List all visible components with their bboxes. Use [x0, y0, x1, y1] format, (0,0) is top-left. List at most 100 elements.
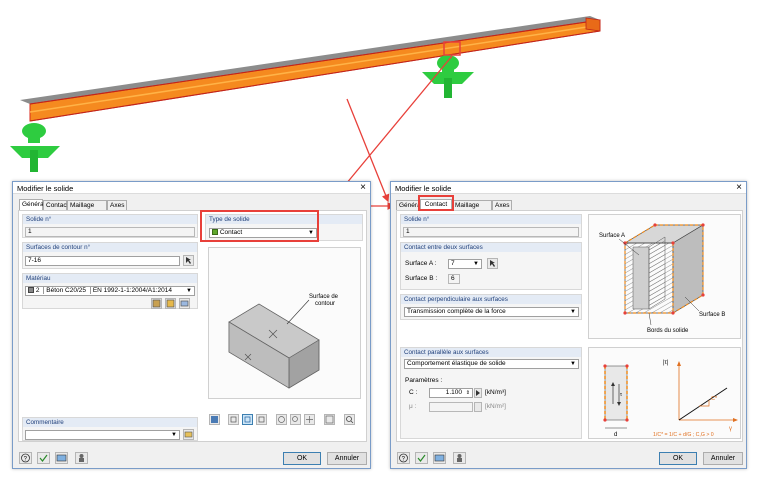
corner-dot [671, 311, 675, 315]
view-button-1[interactable] [209, 414, 220, 425]
units-icon [56, 454, 67, 462]
perp-select[interactable]: Transmission complète de la force ▼ [404, 307, 579, 317]
tab-maillage[interactable]: Maillage EF [67, 200, 107, 218]
tab-axes[interactable]: Axes [107, 200, 127, 210]
check-icon [417, 454, 426, 462]
chevron-down-icon: ▼ [570, 361, 576, 367]
surfaces-field[interactable]: 7-16 [25, 256, 180, 266]
corner-dot [623, 311, 627, 315]
units-button[interactable] [55, 452, 68, 464]
materiau-num: 2 [35, 287, 40, 294]
view-button-6[interactable] [290, 414, 301, 425]
diagram-tau: |τ| [663, 360, 669, 366]
view-button-2[interactable] [228, 414, 239, 425]
edit-material-icon [180, 300, 189, 307]
materiau-name: Béton C20/25 [46, 287, 87, 294]
search-icon [346, 416, 354, 424]
preview-label-2: contour [315, 301, 335, 307]
preview-label-1: Surface de [309, 294, 339, 300]
chevron-down-icon: ▼ [186, 288, 192, 294]
check-button[interactable] [415, 452, 428, 464]
view-button-5[interactable] [276, 414, 287, 425]
type-highlight-box [200, 210, 319, 242]
diagram-cstar: C* [711, 396, 718, 402]
close-icon[interactable]: × [360, 182, 366, 193]
mu-field[interactable] [429, 402, 473, 412]
wedge-solid-illustration: Surface de contour [228, 294, 339, 389]
cancel-button[interactable]: Annuler [703, 452, 743, 465]
tab-axes[interactable]: Axes [492, 200, 512, 210]
tab-contact[interactable]: Contact [43, 200, 68, 210]
close-icon[interactable]: × [736, 182, 742, 193]
commentaire-field[interactable]: ▼ [25, 430, 180, 440]
view-z-icon [258, 416, 265, 423]
arrow-right-icon [476, 390, 480, 396]
surface-a-select[interactable]: 7 ▼ [448, 259, 482, 269]
view-button-4[interactable] [256, 414, 267, 425]
check-icon [39, 454, 48, 462]
materiau-norm: EN 1992-1-1:2004/A1:2014 [92, 287, 172, 294]
pick-surface-a-button[interactable] [487, 258, 498, 269]
solide-label: Solide n° [23, 215, 197, 224]
check-button[interactable] [37, 452, 50, 464]
pick-surfaces-button[interactable] [183, 255, 194, 266]
view-iso-icon [211, 416, 218, 423]
view-button-9[interactable] [344, 414, 355, 425]
materiau-group: Matériau 2 Béton C20/25 EN 1992-1-1:2004… [22, 273, 198, 309]
zoom-icon [292, 416, 298, 422]
materiau-field[interactable]: 2 Béton C20/25 EN 1992-1-1:2004/A1:2014 … [25, 286, 195, 296]
chevron-down-icon: ▼ [171, 432, 177, 438]
info-button[interactable] [453, 452, 466, 464]
left-panel: Solide n° 1 Surfaces de contour n° 7-16 … [18, 210, 367, 442]
info-button[interactable] [75, 452, 88, 464]
solide-field[interactable]: 1 [403, 227, 579, 237]
material-library-button[interactable] [151, 298, 162, 309]
help-button[interactable]: ? [19, 452, 32, 464]
diagram-d: d [614, 432, 617, 438]
units-button[interactable] [433, 452, 446, 464]
view-button-7[interactable] [304, 414, 315, 425]
solide-group: Solide n° 1 [22, 214, 198, 238]
diagram-formula: 1/C* = 1/C + d/G ; C,G > 0 [653, 432, 714, 438]
parallel-label: Contact parallèle aux surfaces [401, 348, 581, 357]
tab-maillage[interactable]: Maillage EF [452, 200, 492, 218]
spinner-icon[interactable]: ⇕ [466, 389, 470, 397]
shear-stiffness-diagram: τ d |τ| C* γ 1/C* = 1/C + d/G ; C,G > 0 [588, 347, 741, 439]
c-field[interactable]: 1.100 ⇕ [429, 388, 473, 398]
right-titlebar: Modifier le solide × [391, 182, 746, 194]
diagram-surface-b: Surface B [699, 312, 725, 318]
view-button-3[interactable] [242, 414, 253, 425]
material-edit-button[interactable] [179, 298, 190, 309]
c-label: C : [409, 389, 418, 396]
view-x-icon [230, 416, 237, 423]
view-button-8[interactable] [324, 414, 335, 425]
contact-tab-highlight-box [418, 195, 454, 211]
perp-group: Contact perpendiculaire aux surfaces Tra… [400, 294, 582, 320]
chevron-down-icon: ▼ [473, 261, 479, 267]
help-button[interactable]: ? [397, 452, 410, 464]
help-icon: ? [21, 453, 30, 463]
c-arrow-button[interactable] [474, 388, 482, 398]
view-y-icon [244, 416, 251, 423]
cursor-pick-icon [186, 257, 191, 264]
diagram-gamma: γ [729, 426, 732, 432]
material-new-button[interactable] [165, 298, 176, 309]
ok-button[interactable]: OK [659, 452, 697, 465]
surface-b-field[interactable]: 6 [448, 274, 460, 284]
commentaire-label: Commentaire [23, 418, 197, 427]
mu-arrow-button[interactable] [474, 402, 482, 412]
mu-unit: [kN/m²] [485, 403, 506, 410]
right-dialog: Modifier le solide × Général Contact Mai… [390, 181, 747, 469]
diagram-edges: Bords du solide [647, 328, 689, 334]
surfaces-label: Surfaces de contour n° [23, 243, 197, 252]
solide-field[interactable]: 1 [25, 227, 195, 237]
pan-icon [306, 416, 313, 423]
parallel-select[interactable]: Comportement élastique de solide ▼ [404, 359, 579, 369]
help-icon: ? [399, 453, 408, 463]
comment-insert-button[interactable] [183, 429, 194, 440]
surface-a-label: Surface A : [405, 260, 437, 267]
tab-general[interactable]: Général [396, 200, 422, 210]
materiau-label: Matériau [23, 274, 197, 283]
ok-button[interactable]: OK [283, 452, 321, 465]
cancel-button[interactable]: Annuler [327, 452, 367, 465]
